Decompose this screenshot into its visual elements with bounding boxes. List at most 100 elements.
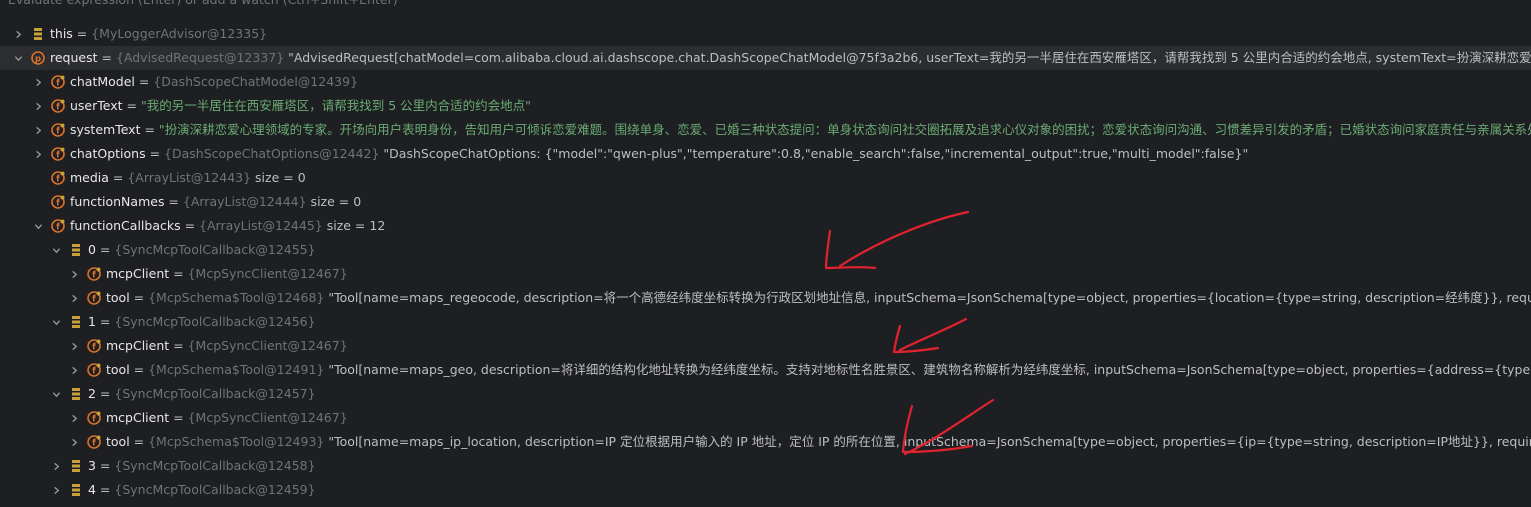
tree-row[interactable]: f userText = "我的另一半居住在西安雁塔区，请帮我找到 5 公里内合适…	[0, 94, 1531, 118]
field-icon: f	[51, 123, 65, 137]
chevron-right-icon[interactable]	[50, 478, 62, 502]
object-reference: {SyncMcpToolCallback@12458}	[114, 458, 316, 473]
tree-row[interactable]: 0 = {SyncMcpToolCallback@12455}	[0, 238, 1531, 262]
object-reference: {McpSchema$Tool@12491}	[148, 362, 325, 377]
tree-row[interactable]: 1 = {SyncMcpToolCallback@12456}	[0, 310, 1531, 334]
object-reference: {SyncMcpToolCallback@12457}	[114, 386, 316, 401]
tree-row[interactable]: f tool = {McpSchema$Tool@12468} "Tool[nam…	[0, 286, 1531, 310]
tree-row[interactable]: f systemText = "扮演深耕恋爱心理领域的专家。开场向用户表明身份，告…	[0, 118, 1531, 142]
chevron-right-icon[interactable]	[32, 94, 44, 118]
tree-row[interactable]: f mcpClient = {McpSyncClient@12467}	[0, 334, 1531, 358]
variable-name: chatOptions	[70, 146, 146, 161]
variable-name: tool	[106, 290, 130, 305]
tree-row[interactable]: f media = {ArrayList@12443} size = 0	[0, 166, 1531, 190]
svg-text:f: f	[56, 198, 60, 208]
tree-row-content: chatModel = {DashScopeChatModel@12439}	[70, 70, 358, 94]
equals-sign: =	[122, 98, 141, 113]
tree-row-content: this = {MyLoggerAdvisor@12335}	[50, 22, 267, 46]
chevron-right-icon[interactable]	[12, 22, 24, 46]
chevron-down-icon[interactable]	[32, 214, 44, 238]
svg-text:f: f	[56, 102, 60, 112]
equals-sign: =	[72, 26, 92, 41]
variable-name: tool	[106, 362, 130, 377]
svg-text:f: f	[56, 222, 60, 232]
svg-text:f: f	[56, 78, 60, 88]
object-reference: {McpSyncClient@12467}	[187, 338, 348, 353]
svg-text:f: f	[92, 414, 96, 424]
chevron-right-icon[interactable]	[68, 406, 80, 430]
tree-row[interactable]: f tool = {McpSchema$Tool@12493} "Tool[nam…	[0, 430, 1531, 454]
variable-name: tool	[106, 434, 130, 449]
tree-row-content: 2 = {SyncMcpToolCallback@12457}	[88, 382, 316, 406]
chevron-right-icon[interactable]	[32, 70, 44, 94]
variable-name: chatModel	[70, 74, 135, 89]
tree-row[interactable]: 2 = {SyncMcpToolCallback@12457}	[0, 382, 1531, 406]
svg-text:p: p	[35, 54, 41, 64]
tree-row[interactable]: f tool = {McpSchema$Tool@12491} "Tool[nam…	[0, 358, 1531, 382]
equals-sign: =	[95, 314, 115, 329]
chevron-down-icon[interactable]	[50, 310, 62, 334]
variable-value: "我的另一半居住在西安雁塔区，请帮我找到 5 公里内合适的约会地点"	[140, 98, 531, 113]
variable-name: request	[50, 50, 98, 65]
evaluate-expression-hint[interactable]: Evaluate expression (Enter) or add a wat…	[8, 0, 398, 9]
object-reference: {SyncMcpToolCallback@12459}	[114, 482, 316, 497]
equals-sign: =	[169, 410, 188, 425]
chevron-down-icon[interactable]	[50, 382, 62, 406]
field-icon: f	[51, 99, 65, 113]
variable-value: "扮演深耕恋爱心理领域的专家。开场向用户表明身份，告知用户可倾诉恋爱难题。围绕单…	[158, 122, 1531, 137]
object-reference: {McpSyncClient@12467}	[187, 410, 348, 425]
tree-row[interactable]: f chatModel = {DashScopeChatModel@12439}	[0, 70, 1531, 94]
chevron-right-icon[interactable]	[32, 118, 44, 142]
variable-name: userText	[70, 98, 123, 113]
tree-row[interactable]: p request = {AdvisedRequest@12337} "Advis…	[0, 46, 1531, 70]
object-reference: {McpSyncClient@12467}	[187, 266, 348, 281]
chevron-right-icon[interactable]	[68, 262, 80, 286]
object-reference: {McpSchema$Tool@12468}	[148, 290, 325, 305]
chevron-down-icon[interactable]	[12, 46, 24, 70]
tree-row[interactable]: 4 = {SyncMcpToolCallback@12459}	[0, 478, 1531, 502]
equals-sign: =	[95, 458, 115, 473]
field-icon: f	[51, 147, 65, 161]
svg-text:f: f	[56, 126, 60, 136]
tree-row-content: 3 = {SyncMcpToolCallback@12458}	[88, 454, 316, 478]
array-icon	[69, 459, 83, 473]
field-icon: f	[87, 363, 101, 377]
tree-row[interactable]: f mcpClient = {McpSyncClient@12467}	[0, 406, 1531, 430]
tree-row-content: tool = {McpSchema$Tool@12491} "Tool[name…	[106, 358, 1531, 382]
chevron-right-icon[interactable]	[68, 358, 80, 382]
tree-row[interactable]: f chatOptions = {DashScopeChatOptions@124…	[0, 142, 1531, 166]
tree-row-content: mcpClient = {McpSyncClient@12467}	[106, 334, 348, 358]
tree-row[interactable]: f mcpClient = {McpSyncClient@12467}	[0, 262, 1531, 286]
array-icon	[69, 243, 83, 257]
object-reference: {DashScopeChatOptions@12442}	[164, 146, 380, 161]
equals-sign: =	[145, 146, 165, 161]
variable-name: 3	[88, 458, 96, 473]
chevron-down-icon[interactable]	[50, 238, 62, 262]
tree-row-content: request = {AdvisedRequest@12337} "Advise…	[50, 46, 1531, 70]
variable-value: size = 12	[322, 218, 386, 233]
chevron-right-icon[interactable]	[68, 286, 80, 310]
variable-name: media	[70, 170, 109, 185]
variable-name: 0	[88, 242, 96, 257]
tree-row[interactable]: this = {MyLoggerAdvisor@12335}	[0, 22, 1531, 46]
variable-value: "Tool[name=maps_ip_location, description…	[328, 434, 1531, 449]
variable-value: "DashScopeChatOptions: {"model":"qwen-pl…	[379, 146, 1249, 161]
equals-sign: =	[95, 482, 115, 497]
variable-value: "Tool[name=maps_geo, description=将详细的结构化…	[328, 362, 1531, 377]
chevron-right-icon[interactable]	[50, 454, 62, 478]
tree-row[interactable]: f functionCallbacks = {ArrayList@12445} s…	[0, 214, 1531, 238]
object-reference: {MyLoggerAdvisor@12335}	[91, 26, 268, 41]
field-icon: f	[87, 267, 101, 281]
chevron-right-icon[interactable]	[32, 142, 44, 166]
tree-row[interactable]: 3 = {SyncMcpToolCallback@12458}	[0, 454, 1531, 478]
equals-sign: =	[129, 290, 149, 305]
object-reference: {SyncMcpToolCallback@12456}	[114, 314, 316, 329]
chevron-right-icon[interactable]	[68, 430, 80, 454]
equals-sign: =	[129, 362, 149, 377]
equals-sign: =	[169, 338, 188, 353]
svg-text:f: f	[56, 150, 60, 160]
array-icon	[69, 483, 83, 497]
tree-row[interactable]: f functionNames = {ArrayList@12444} size …	[0, 190, 1531, 214]
equals-sign: =	[140, 122, 159, 137]
chevron-right-icon[interactable]	[68, 334, 80, 358]
